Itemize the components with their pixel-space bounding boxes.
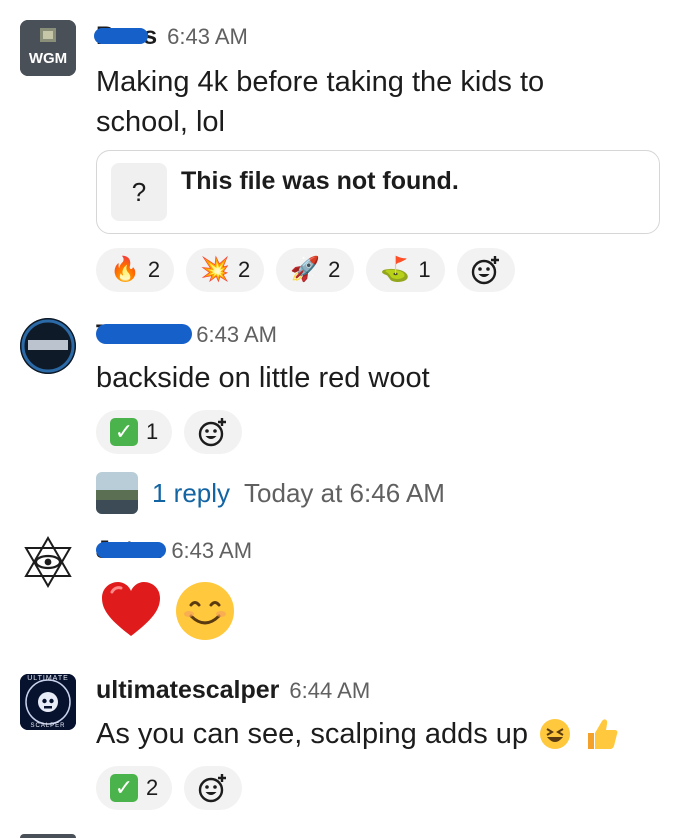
reaction-golf[interactable]: ⛳ 1 [366,248,445,292]
redaction-mark [94,28,148,44]
avatar-label: WGM [28,50,68,67]
reaction-count: 2 [238,257,251,282]
reaction-rocket[interactable]: 🚀 2 [276,248,355,292]
message-text: backside on little red woot [96,362,430,394]
next-avatar-edge [20,834,76,838]
boom-icon: 💥 [200,256,231,283]
reaction-bar: 🔥 2 💥 2 🚀 2 ⛳ 1 [96,248,515,292]
timestamp[interactable]: 6:43 AM [196,322,277,348]
reaction-check[interactable]: ✓ 2 [96,766,173,810]
message-text-content: As you can see, scalping adds up [96,718,529,750]
author-name[interactable]: T D [96,320,192,349]
avatar[interactable] [20,318,76,374]
redaction-mark [96,324,192,344]
replier-avatar [96,472,138,514]
reaction-count: 1 [146,419,159,444]
reaction-count: 2 [147,257,161,282]
timestamp[interactable]: 6:43 AM [171,538,252,564]
reaction-fire[interactable]: 🔥 2 [96,248,175,292]
author-name[interactable]: Jotea [96,536,166,565]
avatar[interactable]: WGM [20,20,76,76]
add-reaction-button[interactable] [184,410,243,454]
file-title: This file was not found. [181,167,459,195]
add-reaction-icon [199,774,227,803]
check-mark-icon: ✓ [110,418,138,446]
avatar[interactable]: ULTIMATE SCALPER [20,674,76,730]
reaction-bar: ✓ 2 [96,766,243,810]
redaction-mark [96,542,166,558]
add-reaction-button[interactable] [456,248,515,292]
reaction-check[interactable]: ✓ 1 [96,410,173,454]
reaction-count: 1 [418,257,431,282]
message-line-1: Making 4k before taking the kids to [96,66,545,98]
reaction-count: 2 [328,257,341,282]
reaction-count: 2 [146,775,159,800]
reaction-bar: ✓ 1 [96,410,243,454]
reaction-boom[interactable]: 💥 2 [186,248,265,292]
author-name[interactable]: ultimatescalper [96,676,279,705]
last-reply-time: Today at 6:46 AM [244,477,445,508]
message-text: As you can see, scalping adds up [96,714,620,754]
reply-count-link[interactable]: 1 reply [152,478,230,509]
avatar-label-top: ULTIMATE [27,675,69,682]
golf-flag-icon: ⛳ [380,256,411,283]
thread-summary[interactable]: 1 reply Today at 6:46 AM [96,472,445,514]
check-mark-icon: ✓ [110,774,138,802]
file-attachment[interactable]: ? This file was not found. [96,150,660,234]
timestamp[interactable]: 6:43 AM [167,24,248,50]
smiling-face-icon [176,582,234,640]
laughing-face-icon [540,719,571,749]
message-text: Making 4k before taking the kids to scho… [96,62,544,142]
fire-icon: 🔥 [110,256,140,283]
thumbs-up-icon [588,719,618,749]
avatar[interactable] [20,534,76,590]
add-reaction-button[interactable] [184,766,243,810]
red-heart-icon [102,582,160,636]
author-name[interactable]: Ross [94,22,157,51]
question-icon: ? [111,163,167,221]
add-reaction-icon [199,418,227,447]
message-line-2: school, lol [96,106,225,138]
timestamp[interactable]: 6:44 AM [289,678,370,704]
avatar-label-bottom: SCALPER [30,723,66,729]
add-reaction-icon [471,256,499,285]
rocket-icon: 🚀 [290,256,321,283]
